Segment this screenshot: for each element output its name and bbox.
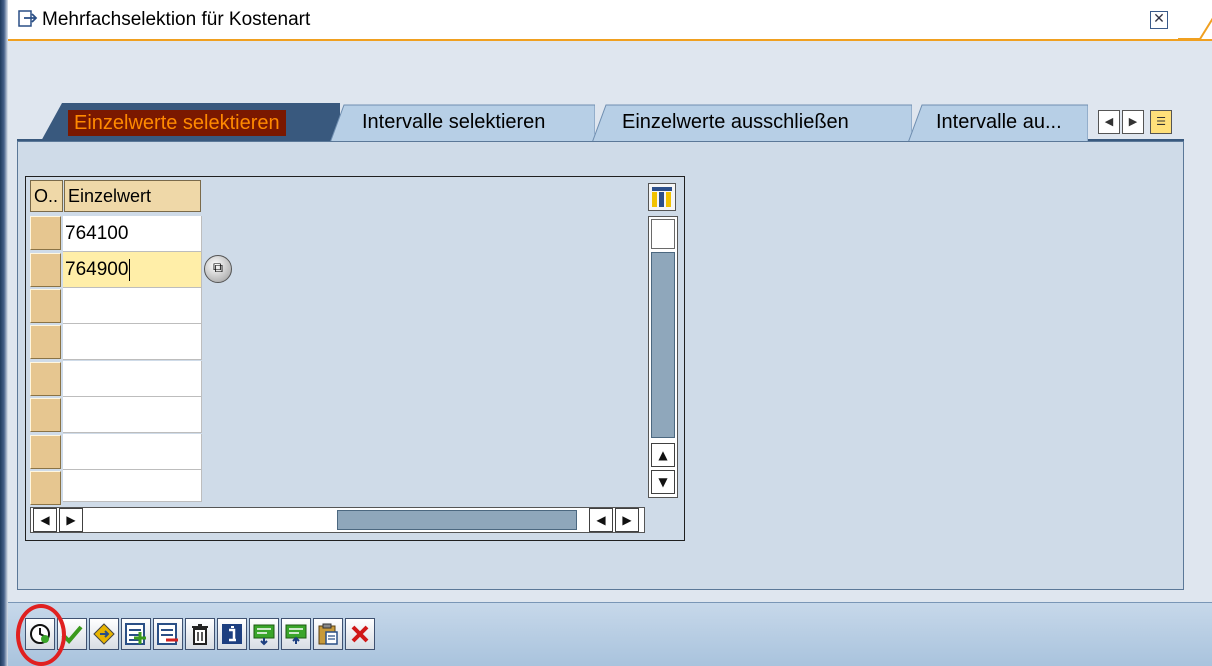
copy-glyph bbox=[93, 623, 115, 645]
delete-row-icon[interactable] bbox=[153, 618, 183, 650]
cancel-glyph bbox=[351, 625, 369, 643]
row-selector[interactable] bbox=[30, 362, 61, 396]
import-glyph bbox=[253, 624, 275, 646]
row-selector[interactable] bbox=[30, 398, 61, 432]
text-cursor bbox=[129, 258, 131, 281]
value-cell[interactable] bbox=[63, 361, 202, 397]
upload-icon[interactable] bbox=[281, 618, 311, 650]
info-icon[interactable] bbox=[217, 618, 247, 650]
scroll-right-icon[interactable]: ▶ bbox=[59, 508, 83, 532]
delete-row-glyph bbox=[157, 623, 178, 645]
info-glyph bbox=[222, 624, 242, 644]
import-icon[interactable] bbox=[249, 618, 279, 650]
value-cell[interactable] bbox=[63, 288, 202, 324]
upload-glyph bbox=[285, 624, 307, 644]
column-header-option[interactable]: O.. bbox=[30, 180, 63, 212]
close-icon[interactable]: ✕ bbox=[1150, 11, 1168, 29]
column-settings-icon[interactable] bbox=[648, 183, 676, 211]
row-selector[interactable] bbox=[30, 325, 61, 359]
vertical-scroll-thumb[interactable] bbox=[651, 252, 675, 438]
value-cell-active[interactable]: 764900 bbox=[63, 252, 202, 288]
vertical-scrollbar[interactable]: ▲ ▼ bbox=[648, 216, 678, 498]
dialog-title: Mehrfachselektion für Kostenart bbox=[42, 9, 311, 30]
selection-dialog: Mehrfachselektion für Kostenart ✕ Einzel… bbox=[0, 0, 1212, 666]
delete-all-icon[interactable] bbox=[185, 618, 215, 650]
scroll-right-icon[interactable]: ▶ bbox=[615, 508, 639, 532]
paste-clipboard-icon[interactable] bbox=[313, 618, 343, 650]
value-cell[interactable]: 764100 bbox=[63, 216, 202, 252]
tab-einzelwerte-ausschliessen[interactable]: Einzelwerte ausschließen bbox=[592, 103, 912, 143]
horizontal-scroll-thumb[interactable] bbox=[337, 510, 577, 530]
insert-row-icon[interactable] bbox=[121, 618, 151, 650]
column-header-einzelwert[interactable]: Einzelwert bbox=[64, 180, 201, 212]
title-bar: Mehrfachselektion für Kostenart ✕ bbox=[8, 0, 1212, 41]
tab-list-icon[interactable]: ☰ bbox=[1150, 110, 1172, 134]
scroll-left-icon[interactable]: ◀ bbox=[33, 508, 57, 532]
row-selector[interactable] bbox=[30, 471, 61, 505]
row-selector[interactable] bbox=[30, 253, 61, 287]
column-settings-glyph bbox=[652, 187, 672, 207]
tab-label: Einzelwerte ausschließen bbox=[622, 111, 849, 133]
scroll-track-top bbox=[651, 219, 675, 249]
scroll-down-icon[interactable]: ▼ bbox=[651, 470, 675, 494]
tab-intervalle-ausschliessen[interactable]: Intervalle au... bbox=[908, 103, 1088, 143]
scroll-up-icon[interactable]: ▲ bbox=[651, 443, 675, 467]
copy-icon[interactable] bbox=[89, 618, 119, 650]
cancel-icon[interactable] bbox=[345, 618, 375, 650]
tab-label: Intervalle selektieren bbox=[362, 111, 546, 133]
scroll-left-icon[interactable]: ◀ bbox=[1098, 110, 1120, 134]
scroll-left-icon[interactable]: ◀ bbox=[589, 508, 613, 532]
row-selector[interactable] bbox=[30, 216, 61, 250]
highlight-annotation bbox=[16, 604, 66, 666]
insert-row-glyph bbox=[125, 623, 146, 645]
value-cell[interactable] bbox=[63, 470, 202, 502]
horizontal-scrollbar[interactable]: ◀ ▶ ◀ ▶ bbox=[30, 507, 645, 533]
title-decoration bbox=[1178, 17, 1212, 40]
row-selector[interactable] bbox=[30, 435, 61, 469]
value-cell[interactable] bbox=[63, 324, 202, 360]
value-help-icon[interactable]: ⧉ bbox=[204, 255, 232, 283]
tab-einzelwerte-selektieren[interactable]: Einzelwerte selektieren bbox=[40, 103, 340, 143]
dialog-icon bbox=[18, 10, 38, 27]
row-selector[interactable] bbox=[30, 289, 61, 323]
value-text: 764900 bbox=[65, 259, 129, 280]
trash-glyph bbox=[192, 624, 208, 645]
value-cell[interactable] bbox=[63, 397, 202, 433]
window-edge bbox=[0, 0, 8, 666]
clipboard-glyph bbox=[318, 623, 338, 645]
value-cell[interactable] bbox=[63, 434, 202, 470]
scroll-right-icon[interactable]: ▶ bbox=[1122, 110, 1144, 134]
tab-label: Intervalle au... bbox=[936, 111, 1062, 133]
tab-intervalle-selektieren[interactable]: Intervalle selektieren bbox=[330, 103, 595, 143]
tab-label: Einzelwerte selektieren bbox=[68, 110, 286, 136]
